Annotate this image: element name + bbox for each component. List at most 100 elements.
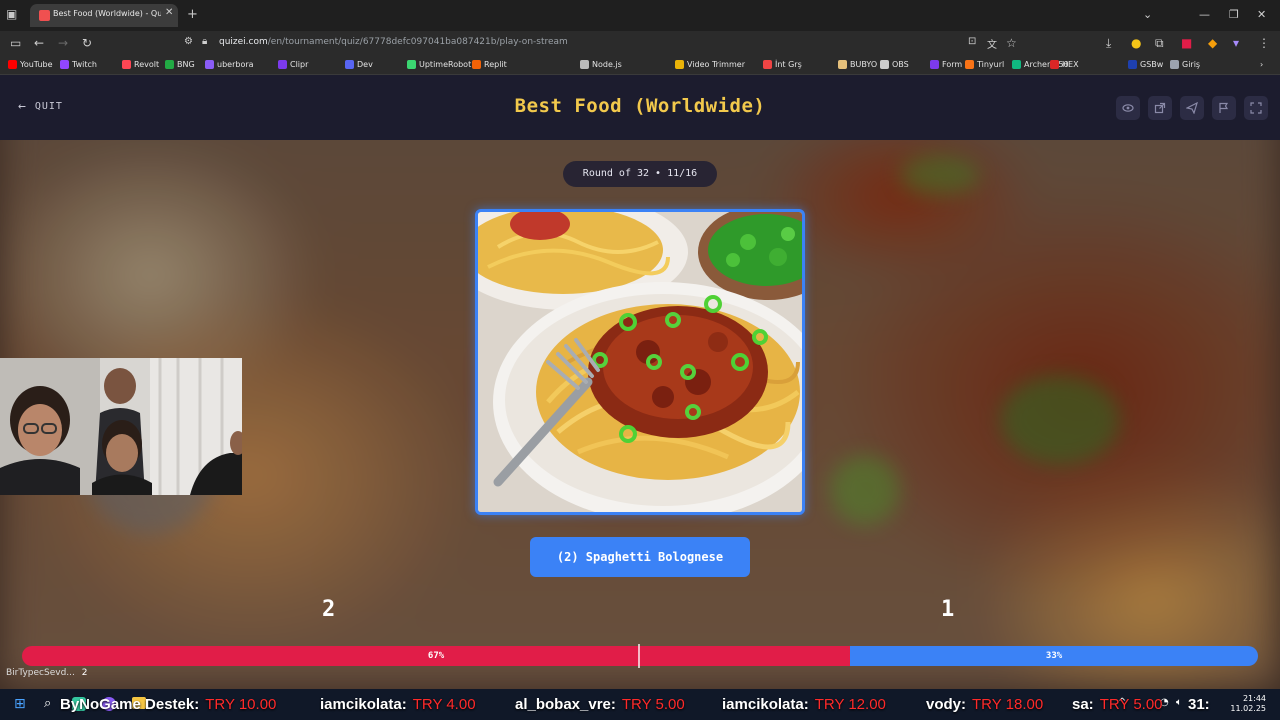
- bookmark-label: İnt Grş: [775, 60, 802, 69]
- bookmark-favicon-icon: [8, 60, 17, 69]
- bookmark-item[interactable]: Form: [930, 60, 962, 69]
- fullscreen-button[interactable]: [1244, 96, 1268, 120]
- system-clock[interactable]: 21:44 11.02.25: [1230, 694, 1266, 714]
- bookmark-favicon-icon: [345, 60, 354, 69]
- report-button[interactable]: [1212, 96, 1236, 120]
- bookmark-favicon-icon: [165, 60, 174, 69]
- choice-button[interactable]: (2) Spaghetti Bolognese: [530, 537, 750, 577]
- address-bar[interactable]: quizei.com/en/tournament/quiz/67778defc0…: [219, 37, 568, 47]
- site-info-icon[interactable]: ⚙: [184, 36, 193, 47]
- tab-actions-icon[interactable]: ▣: [6, 7, 22, 23]
- back-icon[interactable]: ←: [34, 36, 44, 50]
- vote-right-segment: 33%: [850, 646, 1258, 666]
- vote-midline: [638, 644, 640, 668]
- bookmark-item[interactable]: Dev: [345, 60, 373, 69]
- ticker-item: ByNoGame Destek: TRY 10.00: [60, 696, 276, 713]
- bookmark-favicon-icon: [60, 60, 69, 69]
- ticker-amount: TRY 4.00: [412, 696, 476, 713]
- ticker-item: 31:: [1188, 696, 1216, 713]
- bookmark-favicon-icon: [407, 60, 416, 69]
- bookmark-favicon-icon: [1050, 60, 1059, 69]
- bookmark-item[interactable]: Node.js: [580, 60, 622, 69]
- ticker-amount: TRY 12.00: [814, 696, 886, 713]
- minimize-icon[interactable]: —: [1199, 8, 1210, 21]
- bookmark-star-icon[interactable]: ☆: [1006, 36, 1017, 50]
- bookmark-label: Form: [942, 60, 963, 69]
- bookmark-favicon-icon: [965, 60, 974, 69]
- vote-right-percent: 33%: [1045, 651, 1063, 661]
- vote-left-segment: 67%: [22, 646, 851, 666]
- lock-icon: 🔒︎: [202, 36, 208, 47]
- score-right: 1: [941, 597, 955, 622]
- new-tab-icon[interactable]: +: [187, 7, 198, 22]
- ticker-name: al_bobax_vre:: [515, 696, 616, 713]
- reload-icon[interactable]: ↻: [82, 36, 92, 50]
- bookmark-item[interactable]: GSBw: [1128, 60, 1163, 69]
- bookmark-item[interactable]: Twitch: [60, 60, 97, 69]
- bookmark-item[interactable]: UptimeRobot: [407, 60, 471, 69]
- ticker-name: sa:: [1072, 696, 1094, 713]
- tab-close-icon[interactable]: ✕: [165, 7, 173, 18]
- bookmark-favicon-icon: [580, 60, 589, 69]
- chat-message: BirTypecSevd... 2: [6, 668, 87, 678]
- ticker-item: vody: TRY 18.00: [926, 696, 1043, 713]
- bookmark-item[interactable]: İnt Grş: [763, 60, 802, 69]
- bookmark-label: Twitch: [72, 60, 97, 69]
- extension-icon[interactable]: ●: [1131, 36, 1141, 50]
- chat-user: BirTypecSevd...: [6, 668, 75, 678]
- bookmark-favicon-icon: [122, 60, 131, 69]
- sidebar-icon[interactable]: ▭: [10, 36, 21, 50]
- bookmark-label: GSBw: [1140, 60, 1164, 69]
- ticker-item: iamcikolata: TRY 12.00: [722, 696, 886, 713]
- download-icon[interactable]: ⤓: [1106, 36, 1111, 51]
- share-button[interactable]: [1148, 96, 1172, 120]
- ticker-name: 31:: [1188, 696, 1210, 713]
- webcam-feed: [0, 358, 242, 495]
- bookmark-item[interactable]: Replit: [472, 60, 507, 69]
- browser-tab[interactable]: Best Food (Worldwide) - Quizei ✕: [30, 4, 178, 27]
- install-app-icon[interactable]: ⊡: [968, 36, 976, 47]
- bookmark-item[interactable]: uberbora: [205, 60, 254, 69]
- bookmark-label: OBS: [892, 60, 909, 69]
- extensions-puzzle-icon[interactable]: ⧉: [1155, 36, 1164, 51]
- bookmark-item[interactable]: Clipr: [278, 60, 308, 69]
- flag-icon: [1219, 102, 1229, 113]
- send-button[interactable]: [1180, 96, 1204, 120]
- extension-orange-icon[interactable]: ◆: [1208, 36, 1217, 50]
- bookmark-label: Node.js: [592, 60, 622, 69]
- bookmark-item[interactable]: HEX: [1050, 60, 1079, 69]
- bookmark-item[interactable]: YouTube: [8, 60, 53, 69]
- food-image-card[interactable]: [475, 209, 805, 515]
- tab-search-icon[interactable]: ⌄: [1143, 8, 1152, 21]
- profile-icon[interactable]: ▾: [1233, 36, 1239, 50]
- bookmark-item[interactable]: BNG: [165, 60, 195, 69]
- bookmark-favicon-icon: [930, 60, 939, 69]
- bookmark-item[interactable]: OBS: [880, 60, 909, 69]
- bookmark-item[interactable]: BUBYO: [838, 60, 877, 69]
- ticker-item: iamcikolata: TRY 4.00: [320, 696, 476, 713]
- bookmark-item[interactable]: Video Trimmer: [675, 60, 745, 69]
- maximize-icon[interactable]: ❐: [1229, 8, 1239, 21]
- eye-icon: [1122, 104, 1134, 112]
- bookmark-label: Tinyurl: [977, 60, 1005, 69]
- bookmark-label: Video Trimmer: [687, 60, 745, 69]
- view-button[interactable]: [1116, 96, 1140, 120]
- bookmark-favicon-icon: [1170, 60, 1179, 69]
- ticker-name: iamcikolata:: [722, 696, 809, 713]
- browser-menu-icon[interactable]: ⋮: [1258, 36, 1270, 50]
- quiz-header: ← QUIT Best Food (Worldwide): [0, 75, 1280, 140]
- bookmarks-bar: YouTube Twitch Revolt BNG uberbora Clipr Dev Up…: [0, 56, 1280, 75]
- external-link-icon: [1154, 102, 1166, 114]
- bookmarks-overflow-icon[interactable]: ›: [1260, 60, 1263, 69]
- forward-icon[interactable]: →: [58, 36, 68, 50]
- ticker-amount: TRY 5.00: [1099, 696, 1163, 713]
- bookmark-item[interactable]: Giriş: [1170, 60, 1200, 69]
- close-window-icon[interactable]: ✕: [1257, 8, 1266, 21]
- bookmark-item[interactable]: Revolt: [122, 60, 159, 69]
- extension-red-icon[interactable]: ■: [1181, 36, 1192, 50]
- bookmark-favicon-icon: [472, 60, 481, 69]
- translate-icon[interactable]: 文: [987, 36, 997, 51]
- bookmark-favicon-icon: [278, 60, 287, 69]
- bookmark-item[interactable]: Tinyurl: [965, 60, 1004, 69]
- webcam-overlay: [0, 358, 242, 495]
